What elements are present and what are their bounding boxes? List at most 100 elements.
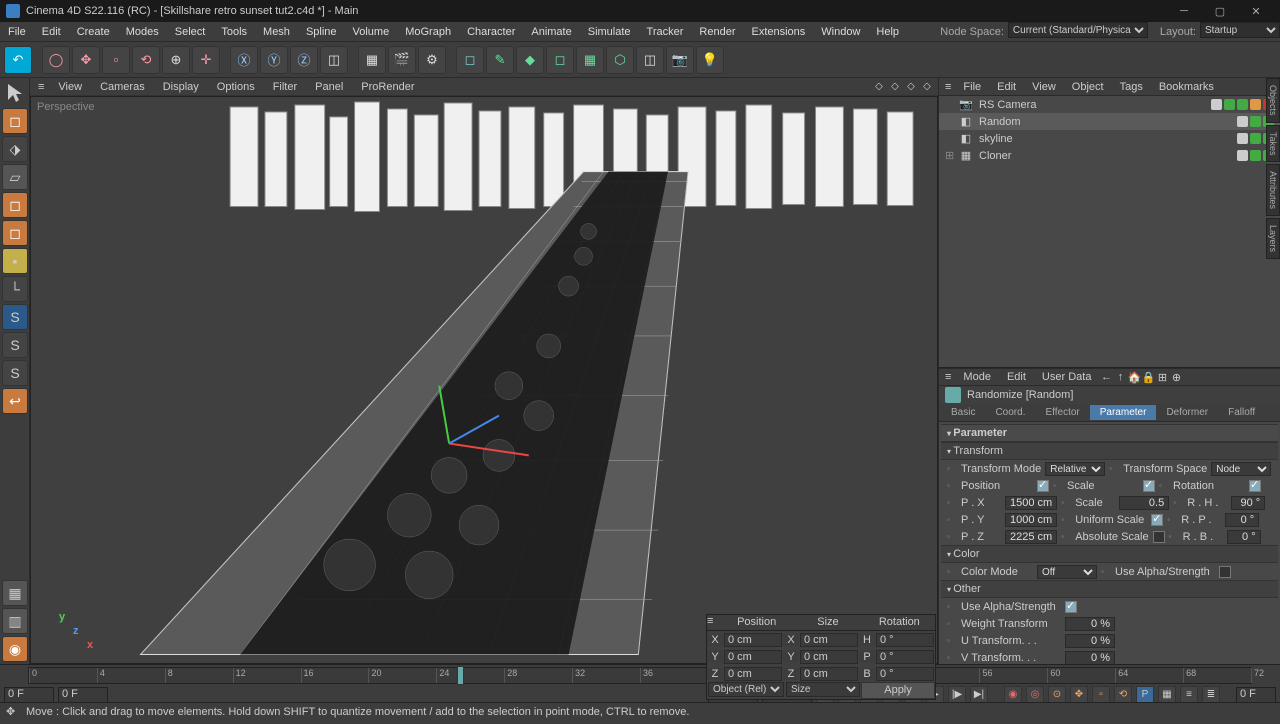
z-axis-lock[interactable]: Ⓩ [290, 46, 318, 74]
axis-mode[interactable]: ◻ [2, 220, 28, 246]
attr-tab-effector[interactable]: Effector [1035, 405, 1089, 420]
layer-dot[interactable] [1237, 133, 1248, 144]
snap-settings[interactable]: ◉ [2, 636, 28, 662]
workplane-toggle[interactable]: ▥ [2, 608, 28, 634]
attr-nav-icon-4[interactable]: ⊞ [1155, 370, 1169, 384]
viewport-3d[interactable]: Perspective Grid Spacing : 5000 cm xyz [30, 96, 938, 664]
py-field[interactable]: 1000 cm [1005, 513, 1057, 527]
attr-menu-edit[interactable]: Edit [999, 371, 1034, 383]
viewport-menu-prorender[interactable]: ProRender [353, 81, 422, 93]
layer-dot[interactable] [1211, 99, 1222, 110]
close-button[interactable]: ✕ [1238, 0, 1274, 22]
coord-system[interactable]: ◫ [320, 46, 348, 74]
coord-object-mode[interactable]: Object (Rel) [708, 682, 784, 697]
object-row-random[interactable]: ◧Random [939, 113, 1280, 130]
menu-window[interactable]: Window [813, 22, 868, 41]
snap-toggle[interactable]: ▦ [2, 580, 28, 606]
uniform-scale-checkbox[interactable] [1151, 514, 1163, 526]
position-checkbox[interactable] [1037, 480, 1049, 492]
camera-add[interactable]: 📷 [666, 46, 694, 74]
enable-dot[interactable] [1250, 133, 1261, 144]
menu-volume[interactable]: Volume [345, 22, 398, 41]
obj-menu-view[interactable]: View [1024, 81, 1064, 93]
transform-mode-select[interactable]: Relative [1045, 462, 1105, 476]
primitive-cube[interactable]: ◻ [456, 46, 484, 74]
tab-takes[interactable]: Takes [1266, 125, 1280, 163]
viewport-menu-filter[interactable]: Filter [265, 81, 305, 93]
obj-menu-tags[interactable]: Tags [1112, 81, 1151, 93]
attr-nav-icon-1[interactable]: ↑ [1113, 370, 1127, 384]
section-parameter[interactable]: Parameter [941, 424, 1278, 442]
object-row-rs-camera[interactable]: 📷RS Camera [939, 96, 1280, 113]
attr-menu-user-data[interactable]: User Data [1034, 371, 1100, 383]
range-start[interactable]: 0 F [4, 687, 54, 703]
attr-tab-basic[interactable]: Basic [941, 405, 985, 420]
rotate-tool[interactable]: ⟲ [132, 46, 160, 74]
generator-array[interactable]: ▦ [576, 46, 604, 74]
cursor-icon[interactable] [2, 80, 28, 106]
texture-mode[interactable]: ⬗ [2, 136, 28, 162]
viewport-menu-panel[interactable]: Panel [307, 81, 351, 93]
viewport-menu-display[interactable]: Display [155, 81, 207, 93]
uv-poly-mode[interactable]: S [2, 360, 28, 386]
attr-tab-parameter[interactable]: Parameter [1090, 405, 1157, 420]
maximize-button[interactable]: ▢ [1202, 0, 1238, 22]
rh-field[interactable]: 90 ° [1231, 496, 1265, 510]
use-alpha-checkbox[interactable] [1219, 566, 1231, 578]
nav-layout-icon[interactable]: ◇ [920, 80, 934, 94]
weight-field[interactable]: 0 % [1065, 617, 1115, 631]
attr-tab-falloff[interactable]: Falloff [1218, 405, 1265, 420]
tweak-mode[interactable]: ↩ [2, 388, 28, 414]
section-other[interactable]: Other [941, 580, 1278, 598]
menu-modes[interactable]: Modes [118, 22, 167, 41]
menu-character[interactable]: Character [459, 22, 523, 41]
object-mode[interactable]: ◻ [2, 192, 28, 218]
size-field[interactable]: 0 cm [800, 667, 858, 681]
axis-tool[interactable]: ✛ [192, 46, 220, 74]
scale-tool[interactable]: ▫ [102, 46, 130, 74]
object-row-skyline[interactable]: ◧skyline [939, 130, 1280, 147]
pos-field[interactable]: 0 cm [724, 633, 782, 647]
layout-select[interactable]: Startup [1200, 22, 1280, 38]
light-add[interactable]: 💡 [696, 46, 724, 74]
x-axis-lock[interactable]: Ⓧ [230, 46, 258, 74]
nav-rotate-icon[interactable]: ◇ [904, 80, 918, 94]
timeline-ruler[interactable]: 04812162024283236404448525660646872 [28, 667, 1252, 684]
obj-menu-edit[interactable]: Edit [989, 81, 1024, 93]
point-mode[interactable]: ▪ [2, 248, 28, 274]
viewport-menu-view[interactable]: View [50, 81, 90, 93]
rot-field[interactable]: 0 ° [876, 633, 934, 647]
vtrans-field[interactable]: 0 % [1065, 651, 1115, 665]
section-color[interactable]: Color [941, 545, 1278, 563]
node-space-select[interactable]: Current (Standard/Physical) [1008, 22, 1148, 38]
rotation-checkbox[interactable] [1249, 480, 1261, 492]
menu-tools[interactable]: Tools [213, 22, 255, 41]
object-row-cloner[interactable]: ⊞▦Cloner [939, 147, 1280, 164]
move-tool[interactable]: ✥ [72, 46, 100, 74]
enable-dot[interactable] [1250, 116, 1261, 127]
recent-tool[interactable]: ⊕ [162, 46, 190, 74]
attr-nav-icon-0[interactable]: ← [1099, 370, 1113, 384]
polygon-mode[interactable]: S [2, 304, 28, 330]
y-axis-lock[interactable]: Ⓨ [260, 46, 288, 74]
render-picture[interactable]: 🎬 [388, 46, 416, 74]
menu-select[interactable]: Select [167, 22, 214, 41]
menu-edit[interactable]: Edit [34, 22, 69, 41]
absolute-scale-checkbox[interactable] [1153, 531, 1165, 543]
menu-mograph[interactable]: MoGraph [397, 22, 459, 41]
menu-spline[interactable]: Spline [298, 22, 345, 41]
menu-file[interactable]: File [0, 22, 34, 41]
model-mode[interactable]: ◻ [2, 108, 28, 134]
color-mode-select[interactable]: Off [1037, 565, 1097, 579]
menu-extensions[interactable]: Extensions [743, 22, 813, 41]
pz-field[interactable]: 2225 cm [1005, 530, 1057, 544]
menu-help[interactable]: Help [868, 22, 907, 41]
attr-menu-mode[interactable]: Mode [955, 371, 999, 383]
spline-pen[interactable]: ✎ [486, 46, 514, 74]
tab-attributes[interactable]: Attributes [1266, 164, 1280, 216]
layer-dot[interactable] [1237, 116, 1248, 127]
select-tool[interactable]: ◯ [42, 46, 70, 74]
generator-extrude[interactable]: ◻ [546, 46, 574, 74]
rot-field[interactable]: 0 ° [876, 667, 934, 681]
nav-move-icon[interactable]: ◇ [872, 80, 886, 94]
